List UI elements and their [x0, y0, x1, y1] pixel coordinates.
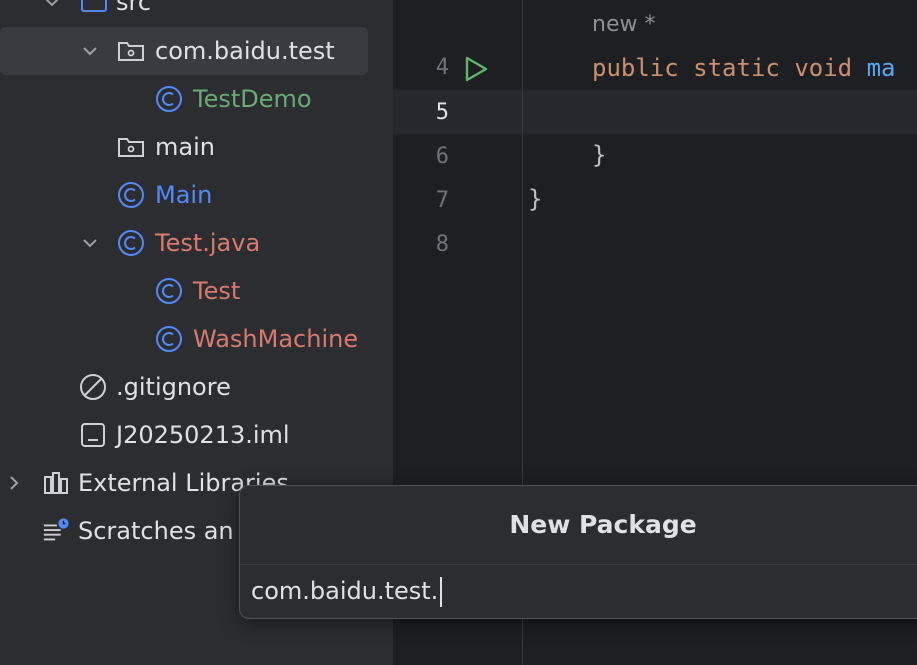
- keyword: public: [592, 54, 679, 82]
- keyword: static: [693, 54, 780, 82]
- method-name: ma: [866, 54, 896, 82]
- tree-item-iml[interactable]: J20250213.iml: [0, 411, 393, 459]
- chevron-down-icon[interactable]: [42, 0, 62, 12]
- line-number: 7: [435, 188, 449, 213]
- class-icon: [155, 277, 183, 305]
- text-caret: [440, 577, 442, 607]
- tree-item-label: WashMachine: [193, 325, 359, 353]
- run-icon[interactable]: [463, 55, 489, 87]
- package-icon: [117, 37, 145, 65]
- ignore-file-icon: [79, 373, 107, 401]
- chevron-down-icon[interactable]: [80, 41, 100, 61]
- code-line-7: }: [528, 185, 543, 213]
- tree-item-gitignore[interactable]: .gitignore: [0, 363, 393, 411]
- tree-item-testdemo[interactable]: TestDemo: [0, 75, 393, 123]
- chevron-down-icon[interactable]: [80, 233, 100, 253]
- tree-item-main-package[interactable]: main: [0, 123, 393, 171]
- tree-item-src[interactable]: src: [0, 0, 393, 26]
- package-icon: [117, 133, 145, 161]
- line-number: 6: [435, 144, 449, 169]
- code-line-4: public static void ma: [592, 54, 895, 82]
- class-icon: [117, 181, 145, 209]
- libraries-icon: [42, 469, 70, 497]
- tree-item-washmachine[interactable]: WashMachine: [0, 315, 393, 363]
- code-line-6: }: [592, 141, 607, 169]
- tree-item-label: src: [116, 0, 152, 16]
- tree-item-main-class[interactable]: Main: [0, 171, 393, 219]
- tree-item-com-baidu-test[interactable]: com.baidu.test: [0, 27, 368, 75]
- line-number: 8: [435, 232, 449, 257]
- tree-item-label: Scratches an: [78, 517, 234, 545]
- line-number: 5: [435, 100, 449, 125]
- keyword: void: [794, 54, 853, 82]
- tree-item-label: com.baidu.test: [155, 37, 335, 65]
- dialog-title: New Package: [509, 510, 697, 539]
- class-icon: [155, 325, 183, 353]
- tree-item-test-class[interactable]: Test: [0, 267, 393, 315]
- tree-item-label: Test.java: [155, 229, 261, 257]
- scratches-icon: [42, 517, 70, 545]
- class-icon: [155, 85, 183, 113]
- package-name-input[interactable]: [240, 565, 917, 617]
- tree-item-label: .gitignore: [116, 373, 231, 401]
- folder-icon: [80, 0, 108, 16]
- tree-item-label: Test: [193, 277, 241, 305]
- chevron-right-icon[interactable]: [4, 473, 24, 493]
- tree-item-label: main: [155, 133, 215, 161]
- line-number: 4: [435, 55, 449, 80]
- inlay-hint: new *: [592, 12, 656, 37]
- module-file-icon: [79, 421, 107, 449]
- tree-item-label: Main: [155, 181, 213, 209]
- tree-item-label: J20250213.iml: [116, 421, 290, 449]
- new-package-dialog: New Package: [239, 485, 917, 619]
- tree-item-test-java[interactable]: Test.java: [0, 219, 393, 267]
- tree-item-label: TestDemo: [193, 85, 312, 113]
- class-icon: [117, 229, 145, 257]
